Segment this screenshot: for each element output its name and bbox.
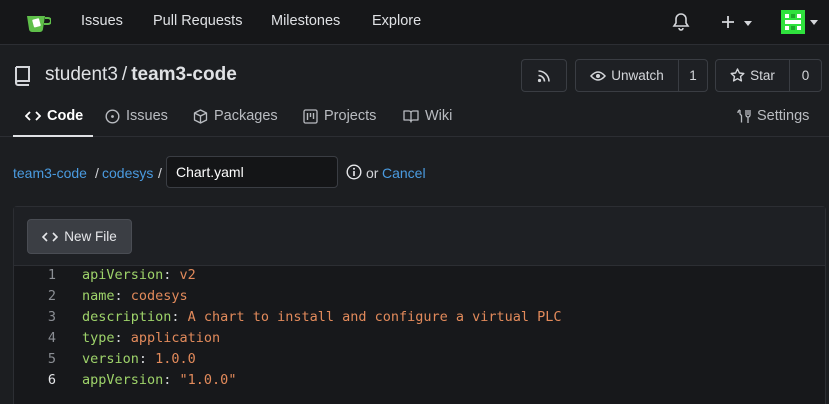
watchers-count[interactable]: 1: [678, 59, 708, 92]
code-text: version: 1.0.0: [82, 351, 196, 367]
top-navbar: Issues Pull Requests Milestones Explore: [0, 0, 829, 45]
tab-wiki[interactable]: Wiki: [403, 100, 452, 137]
yaml-value: 1.0.0: [155, 351, 196, 367]
code-line[interactable]: 5 version: 1.0.0: [14, 351, 825, 372]
repo-owner-link[interactable]: student3: [45, 64, 118, 85]
stars-count[interactable]: 0: [789, 59, 822, 92]
file-path-breadcrumb: team3-code / codesys / or Cancel: [13, 156, 823, 188]
plus-icon: [722, 16, 752, 28]
nav-issues-link[interactable]: Issues: [81, 13, 123, 29]
yaml-colon: :: [114, 330, 131, 346]
yaml-colon: :: [163, 372, 180, 388]
yaml-value: codesys: [130, 288, 188, 304]
code-text: name: codesys: [82, 288, 188, 304]
code-line[interactable]: 6 appVersion: "1.0.0": [14, 372, 825, 393]
nav-explore-link[interactable]: Explore: [372, 13, 421, 29]
yaml-key: appVersion: [82, 372, 164, 388]
line-number: 5: [47, 351, 56, 367]
repo-icon: [13, 65, 33, 87]
cancel-link[interactable]: Cancel: [382, 165, 426, 181]
line-number: 2: [47, 288, 56, 304]
unwatch-label: Unwatch: [611, 68, 664, 83]
nav-milestones-link[interactable]: Milestones: [271, 13, 340, 29]
yaml-key: description: [82, 309, 172, 325]
nav-pull-requests-link[interactable]: Pull Requests: [153, 13, 242, 29]
tab-packages-label: Packages: [214, 108, 278, 124]
yaml-value: application: [130, 330, 221, 346]
repo-title: student3/team3-code: [45, 64, 237, 86]
yaml-key: name: [82, 288, 115, 304]
new-file-label: New File: [64, 229, 117, 244]
line-number: 4: [47, 330, 56, 346]
user-avatar[interactable]: [781, 10, 805, 34]
star-button[interactable]: Star: [715, 59, 790, 92]
code-text: description: A chart to install and conf…: [82, 309, 562, 325]
yaml-colon: :: [114, 288, 131, 304]
code-line[interactable]: 1 apiVersion: v2: [14, 267, 825, 288]
breadcrumb-repo-link[interactable]: team3-code: [13, 165, 87, 181]
tab-packages[interactable]: Packages: [193, 100, 278, 137]
bell-icon[interactable]: [672, 12, 690, 32]
yaml-key: apiVersion: [82, 267, 164, 283]
eye-icon: [590, 70, 607, 81]
code-line[interactable]: 2 name: codesys: [14, 288, 825, 309]
code-icon: [42, 231, 59, 242]
tab-settings-label: Settings: [757, 108, 810, 124]
tools-icon: [737, 109, 751, 123]
rss-icon: [537, 69, 550, 82]
repo-name-link[interactable]: team3-code: [131, 64, 237, 85]
code-line[interactable]: 3 description: A chart to install and con…: [14, 309, 825, 330]
code-line[interactable]: 4 type: application: [14, 330, 825, 351]
star-label: Star: [750, 68, 775, 83]
tab-projects-label: Projects: [324, 108, 377, 124]
breadcrumb-folder-link[interactable]: codesys: [102, 165, 153, 181]
tab-projects[interactable]: Projects: [303, 100, 376, 137]
line-number: 6: [47, 372, 56, 388]
breadcrumb-separator: /: [95, 165, 99, 181]
code-text: apiVersion: v2: [82, 267, 196, 283]
yaml-key: version: [82, 351, 139, 367]
tab-wiki-label: Wiki: [425, 108, 453, 124]
yaml-value: "1.0.0": [179, 372, 237, 388]
star-icon: [730, 68, 745, 82]
repo-title-separator: /: [121, 64, 128, 85]
tab-issues[interactable]: Issues: [105, 100, 168, 137]
repo-header: student3/team3-code Unwatch 1 Star 0 Cod…: [0, 45, 829, 137]
tab-issues-label: Issues: [126, 108, 168, 124]
editor-toolbar: New File: [14, 207, 825, 266]
tab-code[interactable]: Code: [13, 100, 93, 137]
book-icon: [403, 110, 419, 123]
tea-cup-logo-icon[interactable]: [25, 10, 52, 34]
yaml-colon: :: [138, 351, 156, 367]
info-icon[interactable]: [346, 164, 362, 180]
code-text: appVersion: "1.0.0": [82, 372, 236, 388]
tab-code-label: Code: [47, 108, 84, 124]
chevron-down-icon[interactable]: [810, 20, 818, 25]
file-editor: New File 1 apiVersion: v2 2 name: codesys 3 d…: [13, 206, 826, 404]
package-icon: [193, 109, 208, 124]
yaml-colon: :: [171, 309, 188, 325]
yaml-value: v2: [179, 267, 196, 283]
rss-feed-button[interactable]: [521, 59, 567, 92]
line-number: 1: [47, 267, 56, 283]
create-new-button[interactable]: [720, 12, 756, 32]
unwatch-button[interactable]: Unwatch: [575, 59, 679, 92]
or-text: or: [366, 165, 379, 181]
code-icon: [25, 111, 41, 121]
yaml-key: type: [82, 330, 115, 346]
filename-input[interactable]: [166, 156, 338, 188]
tab-settings[interactable]: Settings: [737, 100, 809, 137]
repo-tabs: Code Issues Packages Projects Wiki Setti…: [0, 100, 829, 137]
line-number: 3: [47, 309, 56, 325]
issue-icon: [105, 109, 120, 124]
project-icon: [303, 109, 318, 124]
yaml-colon: :: [163, 267, 180, 283]
new-file-tab-button[interactable]: New File: [27, 219, 132, 254]
code-text: type: application: [82, 330, 220, 346]
breadcrumb-separator: /: [158, 165, 162, 181]
yaml-value: A chart to install and configure a virtu…: [187, 309, 562, 325]
